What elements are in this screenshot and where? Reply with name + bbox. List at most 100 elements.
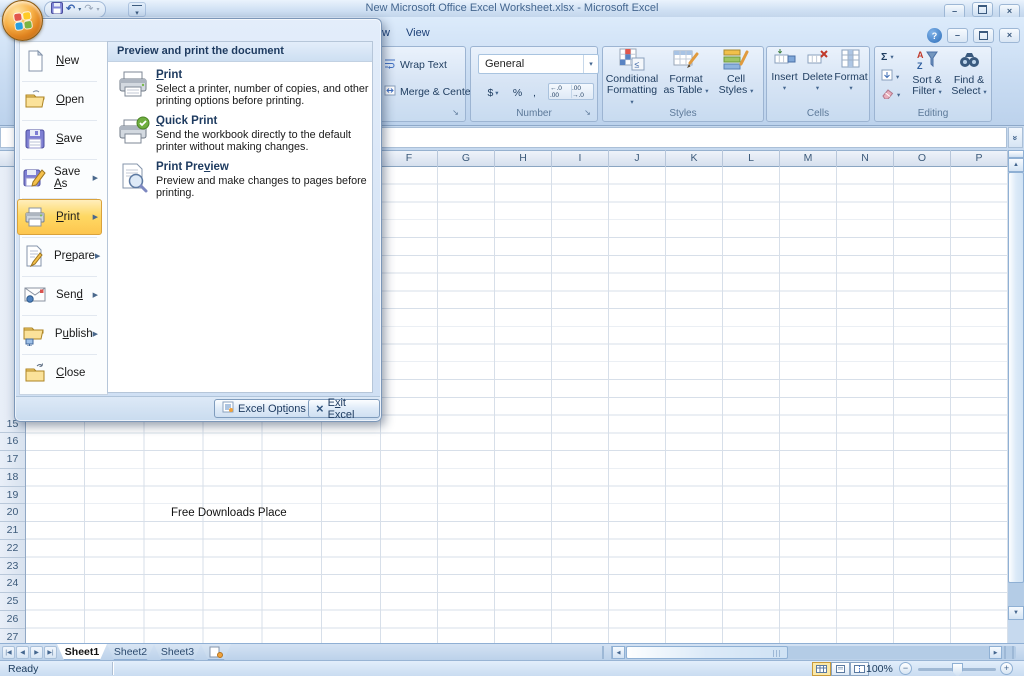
column-header[interactable]: H	[495, 150, 552, 167]
format-cells-button[interactable]: Format ▾	[834, 48, 868, 94]
menu-item-close[interactable]: Close	[17, 355, 102, 391]
menu-item-prepare[interactable]: Prepare ▶	[17, 238, 102, 274]
menu-item-publish[interactable]: Publish ▶	[17, 316, 102, 352]
column-header[interactable]: I	[552, 150, 609, 167]
row-header[interactable]: 20	[0, 504, 25, 522]
menu-item-save-as[interactable]: Save As ▶	[17, 160, 102, 196]
menu-item-label: Close	[56, 367, 85, 379]
save-floppy-icon	[22, 127, 48, 151]
delete-cells-button[interactable]: Delete ▾	[801, 48, 834, 94]
horizontal-scroll-thumb[interactable]	[626, 646, 788, 659]
zoom-out-button[interactable]: −	[899, 662, 912, 675]
menu-item-open[interactable]: Open	[17, 82, 102, 118]
fill-button[interactable]: ▾	[880, 68, 900, 85]
comma-style-button[interactable]: ,	[527, 83, 542, 102]
accounting-format-button[interactable]: $▾	[479, 83, 507, 102]
horizontal-split-handle[interactable]	[1004, 646, 1014, 659]
sheet-nav-icon[interactable]: |◀	[2, 646, 15, 659]
tab-review-partial[interactable]: w	[382, 27, 390, 39]
expand-formula-bar-icon[interactable]: »	[1008, 127, 1023, 148]
alignment-dialog-launcher-icon[interactable]: ↘	[449, 106, 462, 119]
wrap-text-button[interactable]: Wrap Text	[383, 57, 448, 73]
row-header[interactable]: 16	[0, 433, 25, 451]
workbook-minimize-icon[interactable]: –	[947, 28, 968, 43]
row-header[interactable]: 21	[0, 522, 25, 540]
cell-d20-value[interactable]: Free Downloads Place	[171, 505, 287, 523]
row-header[interactable]: 18	[0, 469, 25, 487]
menu-item-print[interactable]: Print ▶	[17, 199, 102, 235]
column-header[interactable]: J	[609, 150, 666, 167]
view-shortcuts	[812, 662, 869, 676]
sheet-nav-icon[interactable]: ◀	[16, 646, 29, 659]
number-dialog-launcher-icon[interactable]: ↘	[581, 106, 594, 119]
conditional-formatting-button[interactable]: ≤ Conditional Formatting ▾	[604, 48, 660, 108]
column-header[interactable]: F	[381, 150, 438, 167]
zoom-level[interactable]: 100%	[866, 663, 893, 675]
row-headers: 15161718192021222324252627	[0, 416, 25, 644]
column-header[interactable]: G	[438, 150, 495, 167]
insert-worksheet-tab[interactable]	[201, 644, 231, 660]
tab-sheet2[interactable]: Sheet2	[107, 644, 154, 660]
svg-text:A: A	[917, 50, 924, 60]
column-header[interactable]: N	[837, 150, 894, 167]
row-header[interactable]: 25	[0, 593, 25, 611]
menu-item-save[interactable]: Save	[17, 121, 102, 157]
column-header[interactable]: O	[894, 150, 951, 167]
increase-decimal-button[interactable]: ←.0 .00	[549, 84, 571, 99]
menu-item-send[interactable]: Send ▶	[17, 277, 102, 313]
insert-cells-button[interactable]: Insert ▾	[768, 48, 801, 94]
number-format-select[interactable]: General ▾	[478, 54, 599, 74]
scroll-down-icon[interactable]: ▼	[1008, 606, 1024, 620]
menu-item-label: Publish	[55, 328, 93, 340]
find-select-button[interactable]: Find & Select ▾	[948, 48, 990, 98]
menu-item-label: Open	[56, 94, 84, 106]
excel-options-button[interactable]: Excel Options	[214, 399, 314, 418]
exit-excel-button[interactable]: × Exit Excel	[308, 399, 380, 418]
decrease-decimal-button[interactable]: .00 →.0	[571, 84, 593, 99]
scrollbar-corner	[1008, 620, 1024, 643]
office-button[interactable]	[2, 0, 43, 41]
row-header[interactable]: 23	[0, 558, 25, 576]
column-header[interactable]: M	[780, 150, 837, 167]
row-header[interactable]: 26	[0, 611, 25, 629]
column-header[interactable]: L	[723, 150, 780, 167]
wrap-text-icon	[384, 58, 396, 72]
zoom-in-button[interactable]: +	[1000, 662, 1013, 675]
workbook-close-icon[interactable]: ×	[999, 28, 1020, 43]
cell-styles-button[interactable]: Cell Styles ▾	[712, 48, 760, 97]
sort-filter-button[interactable]: AZ Sort & Filter ▾	[906, 48, 948, 98]
column-header[interactable]: P	[951, 150, 1008, 167]
vertical-scrollbar[interactable]: ▲ ▼	[1008, 150, 1024, 643]
row-header[interactable]: 27	[0, 629, 25, 644]
column-headers: FGHIJKLMNOP	[381, 150, 1008, 167]
workbook-restore-icon[interactable]	[973, 28, 994, 43]
merge-center-button[interactable]: Merge & Center ▾	[383, 84, 482, 100]
column-header[interactable]: K	[666, 150, 723, 167]
normal-view-button[interactable]	[812, 662, 831, 676]
menu-item-new[interactable]: New	[17, 43, 102, 79]
tab-view[interactable]: View	[406, 27, 430, 39]
sheet-nav-icon[interactable]: ▶	[30, 646, 43, 659]
scroll-right-icon[interactable]: ▶	[989, 646, 1002, 659]
percent-style-button[interactable]: %	[508, 83, 527, 102]
help-icon[interactable]: ?	[927, 28, 942, 43]
page-layout-view-button[interactable]	[831, 662, 850, 676]
zoom-slider-thumb[interactable]	[952, 663, 963, 676]
vertical-split-handle[interactable]	[1008, 150, 1024, 158]
sheet-nav-icon[interactable]: ▶|	[44, 646, 57, 659]
autosum-button[interactable]: Σ▾	[880, 50, 895, 64]
row-header[interactable]: 24	[0, 575, 25, 593]
scroll-left-icon[interactable]: ◀	[612, 646, 625, 659]
row-header[interactable]: 22	[0, 540, 25, 558]
styles-group-label: Styles	[603, 108, 763, 119]
tab-sheet1[interactable]: Sheet1	[57, 644, 107, 660]
clear-button[interactable]: ▾	[880, 86, 901, 103]
tab-sheet3[interactable]: Sheet3	[154, 644, 201, 660]
row-header[interactable]: 19	[0, 487, 25, 505]
format-as-table-button[interactable]: Format as Table ▾	[662, 48, 710, 97]
row-header[interactable]: 17	[0, 451, 25, 469]
restore-icon[interactable]	[972, 2, 993, 17]
submenu-item-title: Quick Print	[156, 115, 217, 127]
vertical-scroll-thumb[interactable]	[1008, 172, 1024, 583]
scroll-up-icon[interactable]: ▲	[1008, 158, 1024, 172]
